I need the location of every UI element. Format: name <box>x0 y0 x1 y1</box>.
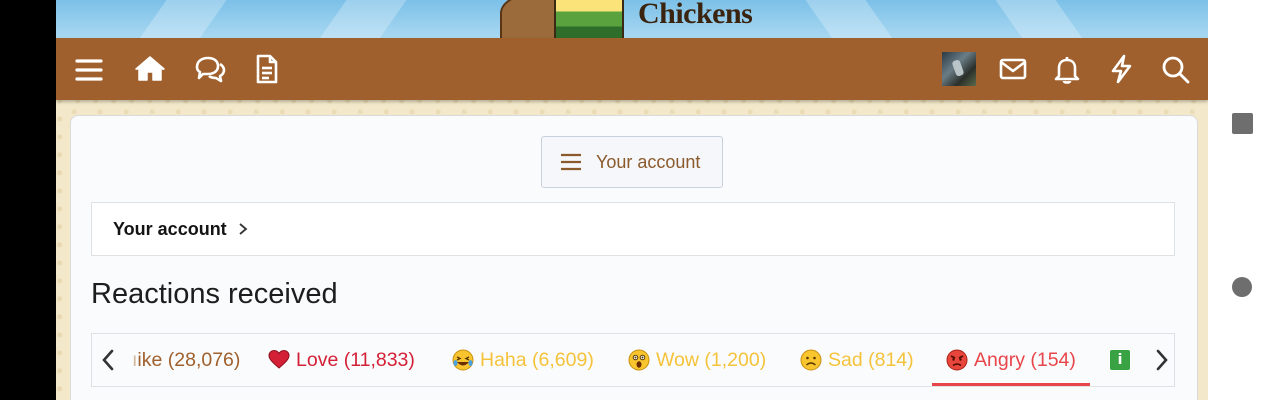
info-icon: i <box>1110 350 1130 370</box>
tab-wow-label: Wow (1,200) <box>656 348 767 371</box>
tab-angry-label: Angry (154) <box>974 348 1076 371</box>
tab-like[interactable]: ı ike (28,076) <box>132 334 240 386</box>
tab-sad-label: Sad (814) <box>828 348 914 371</box>
content-card: Your account Your account Reactions rece… <box>70 115 1198 400</box>
tab-sad[interactable]: Sad (814) <box>800 334 914 386</box>
tab-info[interactable]: i <box>1110 334 1130 386</box>
wow-emoji-icon <box>628 349 650 371</box>
tab-haha[interactable]: Haha (6,609) <box>452 334 594 386</box>
reaction-tabs: ı ike (28,076) Love (11,833) Haha (6,609… <box>91 333 1175 387</box>
document-icon[interactable] <box>249 52 283 86</box>
angry-emoji-icon <box>946 349 968 371</box>
tab-love-label: Love (11,833) <box>296 348 415 371</box>
hamburger-icon <box>561 153 581 171</box>
home-icon[interactable] <box>133 52 167 86</box>
sad-emoji-icon <box>800 349 822 371</box>
search-icon[interactable] <box>1158 52 1192 86</box>
your-account-menu-button[interactable]: Your account <box>541 136 723 188</box>
tab-angry[interactable]: Angry (154) <box>932 334 1090 386</box>
heart-emoji-icon <box>268 349 290 369</box>
tab-haha-label: Haha (6,609) <box>480 348 594 371</box>
mail-icon[interactable] <box>996 52 1030 86</box>
page-title: Reactions received <box>91 278 338 310</box>
lightning-icon[interactable] <box>1104 52 1138 86</box>
menu-icon[interactable] <box>72 52 106 86</box>
chat-bubbles-icon[interactable] <box>193 52 227 86</box>
your-account-menu-label: Your account <box>596 151 701 172</box>
breadcrumb-your-account[interactable]: Your account <box>113 219 227 240</box>
tabs-scroll-left-icon[interactable] <box>96 346 120 374</box>
chevron-right-icon <box>239 223 248 235</box>
left-black-bar <box>0 0 56 400</box>
tabs-scroll-right-icon[interactable] <box>1150 346 1174 374</box>
logo-landscape-image[interactable] <box>554 0 624 38</box>
tab-wow[interactable]: Wow (1,200) <box>628 334 766 386</box>
laughing-emoji-icon <box>452 349 474 371</box>
breadcrumb: Your account <box>91 202 1175 256</box>
header-banner: Chickens <box>56 0 1208 38</box>
tab-love[interactable]: Love (11,833) <box>268 334 415 386</box>
logo-text[interactable]: Chickens <box>638 0 753 32</box>
top-navbar <box>56 38 1208 100</box>
avatar[interactable] <box>942 52 976 86</box>
tab-like-label: ike (28,076) <box>137 348 241 371</box>
bell-icon[interactable] <box>1050 52 1084 86</box>
recent-apps-square-icon[interactable] <box>1232 113 1253 134</box>
site-container: Chickens Your account Your account React… <box>56 0 1208 400</box>
home-circle-icon[interactable] <box>1232 277 1252 297</box>
